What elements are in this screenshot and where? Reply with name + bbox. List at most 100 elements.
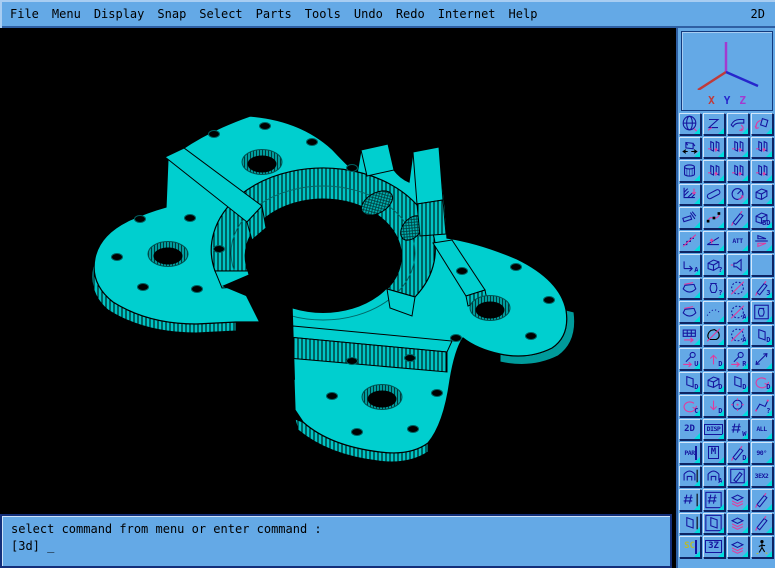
rotate-panel-x-button[interactable] <box>703 160 725 182</box>
pan-right-button[interactable]: D <box>727 372 749 394</box>
menu-item-parts[interactable]: Parts <box>256 7 292 21</box>
text-anchor-button[interactable]: A <box>679 254 701 276</box>
groove-hatch-button[interactable] <box>679 184 701 206</box>
table-export-button[interactable] <box>679 325 701 347</box>
profile-zigzag-icon <box>704 115 723 133</box>
menu-item-tools[interactable]: Tools <box>305 7 341 21</box>
profile-zigzag-button[interactable] <box>703 113 725 135</box>
rotate-panel-x-icon <box>704 162 723 180</box>
layer-list-button[interactable] <box>727 536 749 558</box>
view-door-button[interactable]: D <box>751 325 773 347</box>
menu-item-snap[interactable]: Snap <box>157 7 186 21</box>
display-options-button[interactable]: DISP <box>703 419 725 441</box>
zoom-origin-button[interactable] <box>727 395 749 417</box>
delete-profile-button[interactable] <box>679 231 701 253</box>
cylinder-solid-button[interactable] <box>679 160 701 182</box>
audio-panel-button[interactable] <box>727 254 749 276</box>
mirror-view-button[interactable]: D <box>727 442 749 464</box>
layer-shift-button[interactable] <box>727 513 749 535</box>
panel-box-button[interactable] <box>703 513 725 535</box>
arrow-ramp-button[interactable] <box>703 231 725 253</box>
macro-button[interactable]: M <box>703 442 725 464</box>
measure-distance-button[interactable] <box>751 348 773 370</box>
window-grid-button[interactable]: W <box>727 419 749 441</box>
view-previous-button[interactable]: D <box>751 372 773 394</box>
zoom-3z-button[interactable]: 3Z <box>703 536 725 558</box>
text-anchor-label: A <box>694 267 698 274</box>
round-bar-button[interactable] <box>703 184 725 206</box>
rotate-view-button[interactable]: C <box>679 395 701 417</box>
depth-pen-button[interactable]: 3 <box>751 278 773 300</box>
symmetry-mirror-button[interactable] <box>751 231 773 253</box>
view-up-button[interactable]: D <box>703 348 725 370</box>
parameters-button[interactable]: PAR <box>679 442 701 464</box>
group-query-button[interactable]: ? <box>703 278 725 300</box>
layer-stack-button[interactable] <box>727 489 749 511</box>
measure-box-button[interactable] <box>679 137 701 159</box>
menu-item-help[interactable]: Help <box>509 7 538 21</box>
hide-hatch-button[interactable]: A <box>727 325 749 347</box>
redo-key-button[interactable]: R <box>727 348 749 370</box>
point-sampling-button[interactable] <box>703 301 725 323</box>
menu-item-file[interactable]: File <box>10 7 39 21</box>
sketch-pen-button[interactable] <box>727 466 749 488</box>
revolve-solid-button[interactable] <box>751 113 773 135</box>
spline-points-button[interactable] <box>703 207 725 229</box>
bounding-box-button[interactable]: BD <box>751 207 773 229</box>
display-options-label: DISP <box>704 424 724 435</box>
profile-gate-bar-button[interactable] <box>679 466 701 488</box>
view-down-button[interactable]: D <box>703 395 725 417</box>
mode-2d-button[interactable]: 2D <box>679 419 701 441</box>
undo-key-button[interactable]: U <box>679 348 701 370</box>
view-down-icon <box>704 397 723 415</box>
mirror-view-label: D <box>742 455 746 462</box>
box-query-button[interactable]: ? <box>703 254 725 276</box>
rotate-90-button[interactable]: 90° <box>751 442 773 464</box>
rotate-panel-y-button[interactable] <box>727 160 749 182</box>
profile-gate-box-button[interactable]: A <box>703 466 725 488</box>
command-console[interactable]: select command from menu or enter comman… <box>0 514 672 568</box>
rotate-panel-z-button[interactable] <box>751 160 773 182</box>
select-all-button[interactable]: ALL <box>751 419 773 441</box>
menu-item-menu[interactable]: Menu <box>52 7 81 21</box>
menu-item-undo[interactable]: Undo <box>354 7 383 21</box>
query-point-button[interactable]: ? <box>751 395 773 417</box>
panel-bar-button[interactable] <box>679 513 701 535</box>
trim-knife-button[interactable] <box>727 207 749 229</box>
pan-left-button[interactable]: D <box>679 372 701 394</box>
measure-angle-button[interactable] <box>727 184 749 206</box>
copy-panel-button[interactable] <box>727 137 749 159</box>
sweep-solid-icon <box>728 115 747 133</box>
delete-blob-button[interactable] <box>703 325 725 347</box>
hatch-wall-bar-button[interactable] <box>679 489 701 511</box>
hull-surface-button[interactable] <box>679 301 701 323</box>
hammer-tool-button[interactable] <box>679 207 701 229</box>
feather-delete-button[interactable] <box>751 513 773 535</box>
move-panel-button[interactable] <box>703 137 725 159</box>
menu-item-internet[interactable]: Internet <box>438 7 496 21</box>
round-bar-icon <box>704 185 723 203</box>
menu-item-select[interactable]: Select <box>199 7 242 21</box>
offset-panel-button[interactable] <box>751 137 773 159</box>
menu-item-display[interactable]: Display <box>94 7 145 21</box>
attributes-button[interactable]: ATT <box>727 231 749 253</box>
panel-bar-icon <box>680 514 699 532</box>
sweep-solid-button[interactable] <box>727 113 749 135</box>
group-container-button[interactable] <box>751 301 773 323</box>
feather-pen-button[interactable] <box>751 489 773 511</box>
axes-indicator-panel: XYZ <box>681 31 773 111</box>
viewport-canvas[interactable] <box>0 28 676 514</box>
view-fit-button[interactable]: D <box>703 372 725 394</box>
point-sampling-icon <box>704 303 723 321</box>
csys-sphere-button[interactable] <box>679 113 701 135</box>
cut-surface-button[interactable] <box>679 278 701 300</box>
menu-item-redo[interactable]: Redo <box>396 7 425 21</box>
rotate-90-label: 90° <box>756 450 766 457</box>
hatch-wall-box-button[interactable] <box>703 489 725 511</box>
extrude-3ex2-button[interactable]: 3EX2 <box>751 466 773 488</box>
block-solid-button[interactable] <box>751 184 773 206</box>
scale-sc-button[interactable]: SC <box>679 536 701 558</box>
walkthrough-button[interactable] <box>751 536 773 558</box>
hide-dashed-button[interactable]: A <box>727 301 749 323</box>
erase-dashed-button[interactable] <box>727 278 749 300</box>
